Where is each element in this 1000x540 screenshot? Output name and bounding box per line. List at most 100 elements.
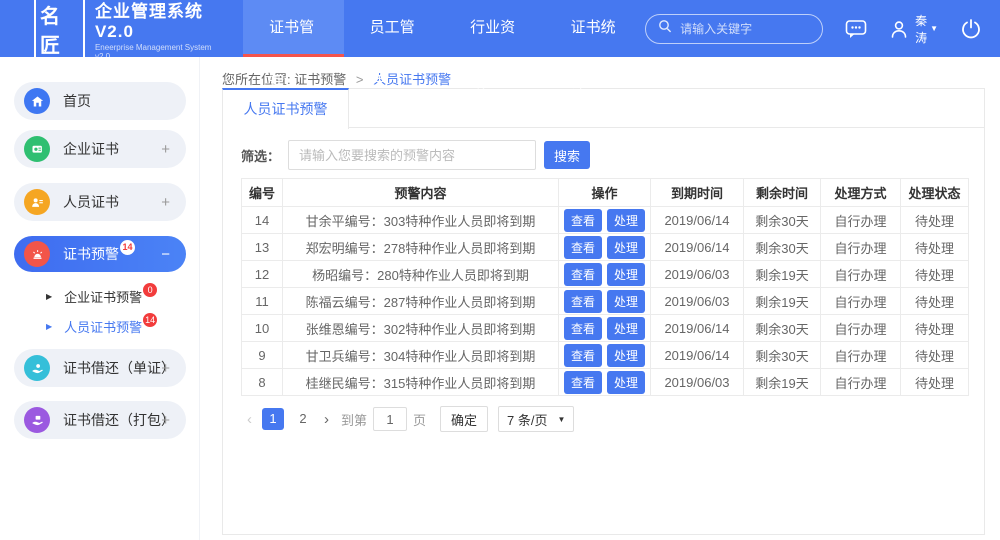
filter-label: 筛选： [241,146,280,165]
goto-page-input[interactable] [373,407,407,431]
sidebar-item-home[interactable]: 首页 [14,82,186,120]
chevron-down-icon: ▼ [930,24,938,33]
page-size-label: 7 条/页 [507,410,547,429]
row-content: 杨昭编号：280特种作业人员即将到期 [283,261,559,288]
row-id: 13 [242,234,283,261]
triangle-right-icon: ▶ [46,322,52,331]
row-due-date: 2019/06/03 [651,369,744,396]
view-button[interactable]: 查看 [564,263,602,286]
row-remaining: 剩余30天 [744,315,821,342]
plus-icon[interactable]: + [161,412,170,429]
filter-row: 筛选： 搜索 [241,140,984,170]
view-button[interactable]: 查看 [564,371,602,394]
row-actions: 查看处理 [559,315,651,342]
top-bar: 名匠 企业管理系统V2.0 Eneerprise Management Syst… [0,0,1000,57]
nav-cert-statistics[interactable]: 证书统计 [545,0,646,57]
row-id: 8 [242,369,283,396]
view-button[interactable]: 查看 [564,317,602,340]
pagination: ‹ 1 2 › 到第 页 确定 7 条/页 ▼ [241,406,984,432]
row-content: 张维恩编号：302特种作业人员即将到期 [283,315,559,342]
page-button-1[interactable]: 1 [262,408,284,430]
table-row: 10张维恩编号：302特种作业人员即将到期查看处理2019/06/14剩余30天… [242,315,969,342]
lend-pack-icon [24,407,50,433]
logout-power-icon[interactable] [960,18,982,40]
sidebar-subitem-person-cert-alert[interactable]: ▶ 人员证书预警 14 [46,316,199,336]
confirm-button[interactable]: 确定 [440,406,488,432]
sidebar-item-person-cert[interactable]: 人员证书 + [14,183,186,221]
filter-input[interactable] [288,140,536,170]
row-status: 待处理 [901,315,969,342]
home-icon [24,88,50,114]
plus-icon[interactable]: + [161,194,170,211]
row-content: 桂继民编号：315特种作业人员即将到期 [283,369,559,396]
view-button[interactable]: 查看 [564,344,602,367]
handle-button[interactable]: 处理 [607,290,645,313]
row-method: 自行办理 [821,369,901,396]
tab-person-cert-alert[interactable]: 人员证书预警 [222,88,349,129]
person-cert-icon [24,189,50,215]
page-button-2[interactable]: 2 [292,408,314,430]
handle-button[interactable]: 处理 [607,317,645,340]
breadcrumb-current[interactable]: 人员证书预警 [373,72,451,87]
handle-button[interactable]: 处理 [607,236,645,259]
col-header-id: 编号 [242,179,283,207]
handle-button[interactable]: 处理 [607,344,645,367]
sidebar-subitem-company-cert-alert[interactable]: ▶ 企业证书预警 0 [46,286,199,306]
table-body: 14甘余平编号：303特种作业人员即将到期查看处理2019/06/14剩余30天… [242,207,969,396]
message-icon[interactable] [845,19,867,39]
row-remaining: 剩余19天 [744,261,821,288]
col-header-method: 处理方式 [821,179,901,207]
handle-button[interactable]: 处理 [607,263,645,286]
row-id: 12 [242,261,283,288]
main-nav: 证书管理 员工管理 行业资讯 证书统计 [243,0,645,57]
view-button[interactable]: 查看 [564,290,602,313]
row-due-date: 2019/06/14 [651,234,744,261]
row-remaining: 剩余19天 [744,369,821,396]
view-button[interactable]: 查看 [564,236,602,259]
next-page-icon[interactable]: › [318,411,335,428]
search-button[interactable]: 搜索 [544,141,590,169]
nav-staff-management[interactable]: 员工管理 [344,0,445,57]
plus-icon[interactable]: + [161,360,170,377]
row-content: 郑宏明编号：278特种作业人员即将到期 [283,234,559,261]
view-button[interactable]: 查看 [564,209,602,232]
company-cert-icon [24,136,50,162]
col-header-due: 到期时间 [651,179,744,207]
row-actions: 查看处理 [559,369,651,396]
nav-cert-management[interactable]: 证书管理 [243,0,344,57]
col-header-remaining: 剩余时间 [744,179,821,207]
username[interactable]: 秦涛 [915,12,927,46]
sidebar-item-lend-single[interactable]: 证书借还（单证） + [14,349,186,387]
search-input[interactable] [680,22,810,36]
minus-icon[interactable]: − [161,246,170,263]
sidebar: 首页 企业证书 + 人员证书 + 证书预警 14 − ▶ 企业证书预警 0 ▶ … [0,57,200,540]
plus-icon[interactable]: + [161,141,170,158]
row-status: 待处理 [901,234,969,261]
sidebar-item-cert-alert[interactable]: 证书预警 14 − [14,236,186,272]
row-method: 自行办理 [821,288,901,315]
col-header-actions: 操作 [559,179,651,207]
handle-button[interactable]: 处理 [607,209,645,232]
row-actions: 查看处理 [559,261,651,288]
app-subtitle: Eneerprise Management System v2.0 [95,43,225,61]
page-size-select[interactable]: 7 条/页 ▼ [498,406,574,432]
sidebar-item-lend-pack[interactable]: 证书借还（打包） + [14,401,186,439]
triangle-right-icon: ▶ [46,292,52,301]
app-title: 企业管理系统V2.0 [95,0,225,42]
user-icon[interactable] [889,19,909,39]
row-content: 甘余平编号：303特种作业人员即将到期 [283,207,559,234]
prev-page-icon[interactable]: ‹ [241,411,258,428]
row-actions: 查看处理 [559,207,651,234]
sidebar-item-company-cert[interactable]: 企业证书 + [14,130,186,168]
row-due-date: 2019/06/14 [651,207,744,234]
nav-industry-news[interactable]: 行业资讯 [444,0,545,57]
lend-single-icon [24,355,50,381]
row-remaining: 剩余19天 [744,288,821,315]
breadcrumb-prefix: 您所在位置: 证书预警 [222,72,346,87]
row-remaining: 剩余30天 [744,234,821,261]
global-search[interactable] [645,14,823,44]
row-due-date: 2019/06/03 [651,288,744,315]
row-status: 待处理 [901,288,969,315]
row-content: 甘卫兵编号：304特种作业人员即将到期 [283,342,559,369]
handle-button[interactable]: 处理 [607,371,645,394]
